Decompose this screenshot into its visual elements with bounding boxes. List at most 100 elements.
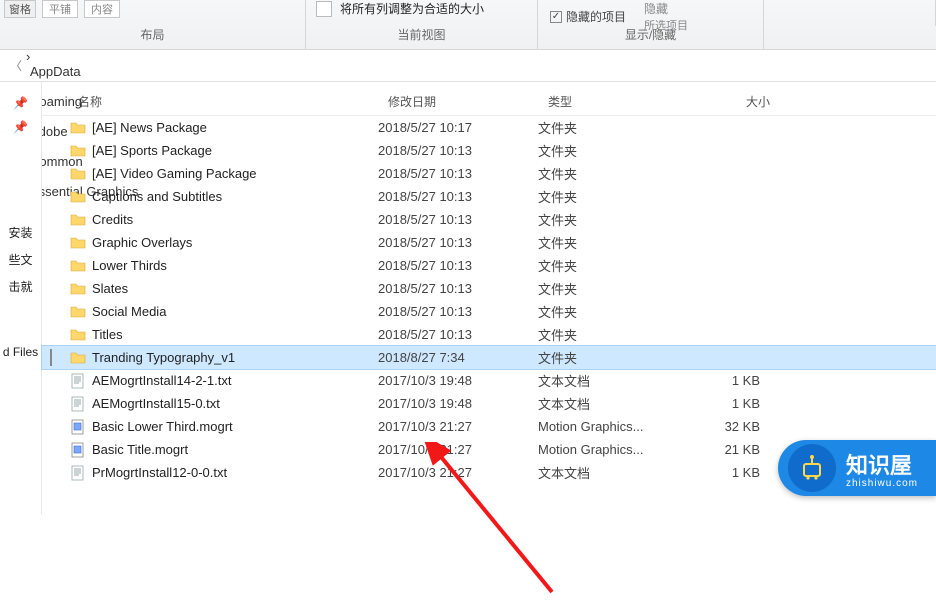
file-date: 2017/10/3 21:27: [378, 465, 538, 480]
file-name: AEMogrtInstall14-2-1.txt: [92, 373, 378, 388]
file-type: 文件夹: [538, 210, 688, 229]
file-type: Motion Graphics...: [538, 442, 688, 457]
file-type: 文本文档: [538, 394, 688, 413]
file-type: Motion Graphics...: [538, 419, 688, 434]
hidden-items-checkbox[interactable]: ✓ 隐藏的项目: [550, 8, 626, 25]
folder-row[interactable]: [AE] Sports Package2018/5/27 10:13文件夹: [42, 139, 936, 162]
ribbon: 窗格 平铺 内容 将所有列调整为合适的大小 ✓ 隐藏的项目 隐藏 所选项目: [0, 0, 936, 50]
group-label-show: 显示/隐藏: [538, 26, 764, 50]
ribbon-panes-group: 窗格 平铺 内容: [0, 0, 306, 26]
file-type: 文件夹: [538, 302, 688, 321]
folder-icon: [68, 189, 88, 205]
file-size: 1 KB: [688, 396, 768, 411]
folder-row[interactable]: Slates2018/5/27 10:13文件夹: [42, 277, 936, 300]
ribbon-options-group: [764, 0, 936, 26]
sidebar-item[interactable]: 些文: [8, 251, 32, 268]
breadcrumb-item[interactable]: AppData: [26, 64, 142, 79]
file-type: 文件夹: [538, 325, 688, 344]
file-type: 文件夹: [538, 187, 688, 206]
file-date: 2018/5/27 10:13: [378, 258, 538, 273]
folder-icon: [68, 350, 88, 366]
sidebar-item[interactable]: 击就: [8, 278, 32, 295]
group-label-current: 当前视图: [306, 26, 538, 50]
file-name: AEMogrtInstall15-0.txt: [92, 396, 378, 411]
mogrt-icon: [68, 419, 88, 435]
file-name: PrMogrtInstall12-0-0.txt: [92, 465, 378, 480]
folder-icon: [68, 304, 88, 320]
file-name: Titles: [92, 327, 378, 342]
group-label-layout: 布局: [0, 26, 306, 50]
folder-row[interactable]: [AE] News Package2018/5/27 10:17文件夹: [42, 116, 936, 139]
folder-row[interactable]: Lower Thirds2018/5/27 10:13文件夹: [42, 254, 936, 277]
sidebar-item[interactable]: d Files: [3, 345, 38, 359]
folder-row[interactable]: Graphic Overlays2018/5/27 10:13文件夹: [42, 231, 936, 254]
view-tiles-option[interactable]: 平铺: [42, 0, 78, 18]
file-type: 文件夹: [538, 118, 688, 137]
folder-icon: [68, 120, 88, 136]
file-name: [AE] Sports Package: [92, 143, 378, 158]
pin-icon[interactable]: 📌: [13, 96, 28, 110]
file-date: 2018/5/27 10:13: [378, 304, 538, 319]
folder-row[interactable]: Captions and Subtitles2018/5/27 10:13文件夹: [42, 185, 936, 208]
file-date: 2018/5/27 10:13: [378, 235, 538, 250]
watermark-icon: [788, 444, 836, 492]
folder-row[interactable]: Titles2018/5/27 10:13文件夹: [42, 323, 936, 346]
nav-sidebar: 📌 📌 安装 些文 击就 d Files: [0, 82, 42, 514]
file-date: 2018/5/27 10:13: [378, 327, 538, 342]
file-size: 1 KB: [688, 465, 768, 480]
file-name: Lower Thirds: [92, 258, 378, 273]
folder-icon: [68, 212, 88, 228]
file-type: 文件夹: [538, 256, 688, 275]
file-date: 2018/5/27 10:13: [378, 281, 538, 296]
file-row[interactable]: Basic Lower Third.mogrt2017/10/3 21:27Mo…: [42, 415, 936, 438]
hidden-items-label: 隐藏的项目: [566, 8, 626, 25]
file-type: 文件夹: [538, 348, 688, 367]
folder-icon: [68, 281, 88, 297]
file-type: 文本文档: [538, 463, 688, 482]
column-header-type[interactable]: 类型: [548, 93, 698, 110]
folder-icon: [68, 166, 88, 182]
watermark-badge: 知识屋 zhishiwu.com: [778, 440, 936, 496]
column-header-size[interactable]: 大小: [698, 93, 778, 110]
panes-label[interactable]: 窗格: [4, 0, 36, 18]
folder-icon: [68, 143, 88, 159]
file-date: 2018/8/27 7:34: [378, 350, 538, 365]
pin-icon[interactable]: 📌: [13, 120, 28, 134]
ribbon-show-hide-group: ✓ 隐藏的项目 隐藏 所选项目: [538, 0, 764, 26]
folder-icon: [68, 327, 88, 343]
text-icon: [68, 373, 88, 389]
breadcrumb[interactable]: 〈 此电脑›系统 (C:)›用户›Administrator›AppData›R…: [0, 50, 936, 82]
file-type: 文本文档: [538, 371, 688, 390]
folder-row[interactable]: Tranding Typography_v12018/8/27 7:34文件夹: [42, 346, 936, 369]
ribbon-current-view-group: 将所有列调整为合适的大小: [306, 0, 538, 26]
group-label-spacer: [764, 26, 936, 50]
file-name: Slates: [92, 281, 378, 296]
file-name: Basic Title.mogrt: [92, 442, 378, 457]
file-date: 2018/5/27 10:13: [378, 166, 538, 181]
row-checkbox[interactable]: [50, 350, 66, 365]
file-size: 32 KB: [688, 419, 768, 434]
file-name: [AE] Video Gaming Package: [92, 166, 378, 181]
file-type: 文件夹: [538, 141, 688, 160]
folder-row[interactable]: [AE] Video Gaming Package2018/5/27 10:13…: [42, 162, 936, 185]
file-name: Tranding Typography_v1: [92, 350, 378, 365]
file-date: 2018/5/27 10:17: [378, 120, 538, 135]
column-header-name[interactable]: 名称: [78, 93, 388, 110]
column-header-date[interactable]: 修改日期: [388, 93, 548, 110]
breadcrumb-back-chevron[interactable]: 〈: [10, 57, 22, 74]
file-row[interactable]: AEMogrtInstall14-2-1.txt2017/10/3 19:48文…: [42, 369, 936, 392]
folder-row[interactable]: Social Media2018/5/27 10:13文件夹: [42, 300, 936, 323]
file-name: Basic Lower Third.mogrt: [92, 419, 378, 434]
view-content-option[interactable]: 内容: [84, 0, 120, 18]
file-row[interactable]: AEMogrtInstall15-0.txt2017/10/3 19:48文本文…: [42, 392, 936, 415]
size-columns-icon: [316, 1, 332, 17]
watermark-sub: zhishiwu.com: [846, 478, 918, 489]
sidebar-item[interactable]: 安装: [8, 224, 32, 241]
file-name: Captions and Subtitles: [92, 189, 378, 204]
folder-row[interactable]: Credits2018/5/27 10:13文件夹: [42, 208, 936, 231]
file-date: 2017/10/3 19:48: [378, 396, 538, 411]
size-all-columns-button[interactable]: 将所有列调整为合适的大小: [340, 0, 484, 17]
text-icon: [68, 465, 88, 481]
watermark-title: 知识屋: [846, 453, 912, 478]
file-name: Credits: [92, 212, 378, 227]
